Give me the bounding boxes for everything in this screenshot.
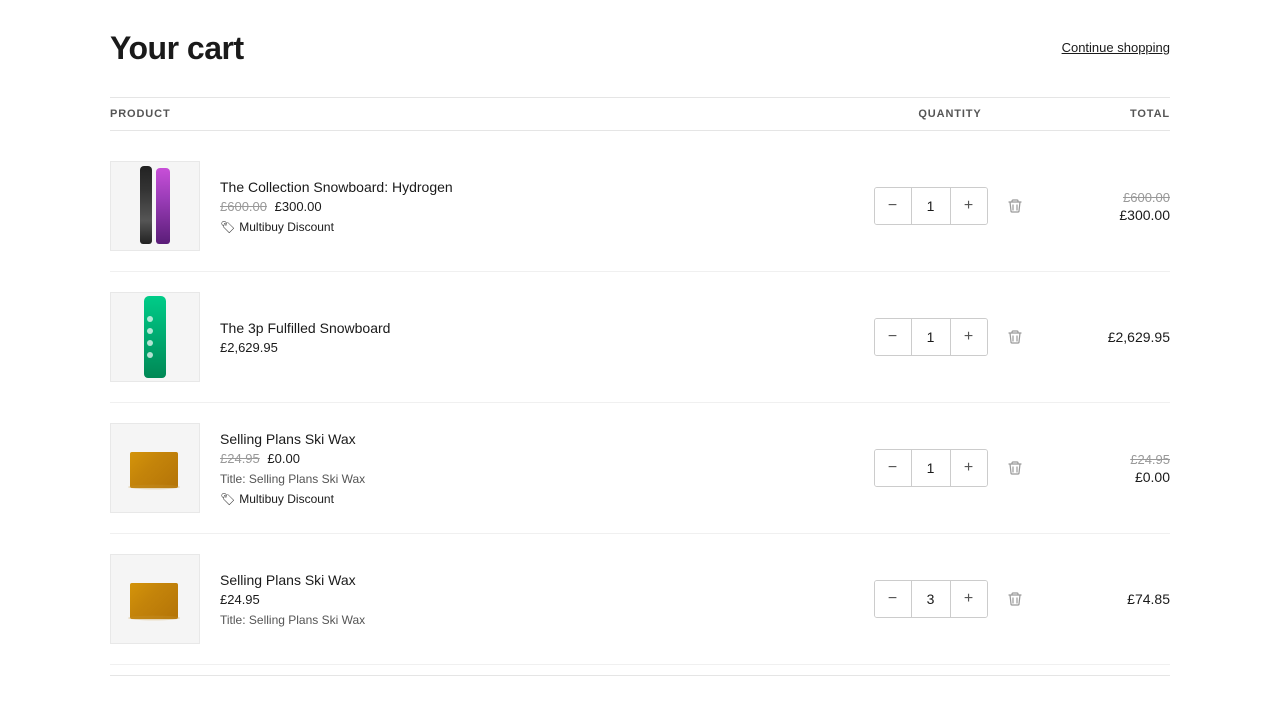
product-price: £600.00 £300.00 xyxy=(220,199,453,214)
column-product-label: PRODUCT xyxy=(110,108,850,120)
quantity-cell: − 1 + xyxy=(850,318,1050,356)
price-original: £600.00 xyxy=(220,199,267,214)
price-original: £24.95 xyxy=(220,451,260,466)
column-total-label: TOTAL xyxy=(1050,108,1170,120)
product-price: £24.95 £0.00 xyxy=(220,451,365,466)
cart-table-header: PRODUCT QUANTITY TOTAL xyxy=(110,97,1170,131)
cart-item: The 3p Fulfilled Snowboard £2,629.95 − 1… xyxy=(110,272,1170,403)
quantity-decrease-button[interactable]: − xyxy=(875,581,911,617)
product-info: Selling Plans Ski Wax £24.95 Title: Sell… xyxy=(220,572,365,627)
price-sale: £300.00 xyxy=(275,199,322,214)
product-info: The Collection Snowboard: Hydrogen £600.… xyxy=(220,179,453,234)
product-title-attr: Title: Selling Plans Ski Wax xyxy=(220,613,365,627)
total-price: £2,629.95 xyxy=(1108,329,1170,345)
price-sale: £2,629.95 xyxy=(220,340,278,355)
quantity-value: 3 xyxy=(911,581,951,617)
total-price: £300.00 xyxy=(1119,207,1170,223)
product-title-attr: Title: Selling Plans Ski Wax xyxy=(220,472,365,486)
quantity-increase-button[interactable]: + xyxy=(951,581,987,617)
quantity-decrease-button[interactable]: − xyxy=(875,450,911,486)
quantity-control: − 1 + xyxy=(874,318,988,356)
quantity-cell: − 1 + xyxy=(850,449,1050,487)
product-image-wax-2 xyxy=(110,554,200,644)
product-name: Selling Plans Ski Wax xyxy=(220,431,365,447)
delete-item-button[interactable] xyxy=(1003,194,1027,218)
quantity-increase-button[interactable]: + xyxy=(951,319,987,355)
column-quantity-label: QUANTITY xyxy=(850,108,1050,120)
total-original: £600.00 xyxy=(1123,190,1170,205)
quantity-increase-button[interactable]: + xyxy=(951,450,987,486)
quantity-increase-button[interactable]: + xyxy=(951,188,987,224)
product-cell: The Collection Snowboard: Hydrogen £600.… xyxy=(110,161,850,251)
quantity-decrease-button[interactable]: − xyxy=(875,319,911,355)
price-sale: £24.95 xyxy=(220,592,260,607)
continue-shopping-link[interactable]: Continue shopping xyxy=(1062,30,1170,55)
product-cell: The 3p Fulfilled Snowboard £2,629.95 xyxy=(110,292,850,382)
delete-item-button[interactable] xyxy=(1003,325,1027,349)
product-info: Selling Plans Ski Wax £24.95 £0.00 Title… xyxy=(220,431,365,506)
cart-item: The Collection Snowboard: Hydrogen £600.… xyxy=(110,141,1170,272)
quantity-cell: − 3 + xyxy=(850,580,1050,618)
product-image-wax-1 xyxy=(110,423,200,513)
quantity-value: 1 xyxy=(911,319,951,355)
product-cell: Selling Plans Ski Wax £24.95 £0.00 Title… xyxy=(110,423,850,513)
total-price: £0.00 xyxy=(1135,469,1170,485)
total-cell: £600.00 £300.00 xyxy=(1050,190,1170,223)
product-image-3p xyxy=(110,292,200,382)
delete-item-button[interactable] xyxy=(1003,587,1027,611)
price-sale: £0.00 xyxy=(267,451,300,466)
quantity-value: 1 xyxy=(911,188,951,224)
total-original: £24.95 xyxy=(1130,452,1170,467)
quantity-value: 1 xyxy=(911,450,951,486)
discount-label: Multibuy Discount xyxy=(239,220,334,234)
cart-item: Selling Plans Ski Wax £24.95 £0.00 Title… xyxy=(110,403,1170,534)
quantity-cell: − 1 + xyxy=(850,187,1050,225)
product-cell: Selling Plans Ski Wax £24.95 Title: Sell… xyxy=(110,554,850,644)
bottom-divider xyxy=(110,675,1170,676)
product-info: The 3p Fulfilled Snowboard £2,629.95 xyxy=(220,320,390,355)
page-container: Your cart Continue shopping PRODUCT QUAN… xyxy=(90,0,1190,706)
page-title: Your cart xyxy=(110,30,244,67)
product-price: £24.95 xyxy=(220,592,365,607)
tag-icon: 🏷 xyxy=(220,220,235,234)
tag-icon: 🏷 xyxy=(220,492,235,506)
quantity-control: − 1 + xyxy=(874,187,988,225)
discount-label: Multibuy Discount xyxy=(239,492,334,506)
product-price: £2,629.95 xyxy=(220,340,390,355)
product-name: The 3p Fulfilled Snowboard xyxy=(220,320,390,336)
product-name: Selling Plans Ski Wax xyxy=(220,572,365,588)
total-cell: £2,629.95 xyxy=(1050,329,1170,345)
delete-item-button[interactable] xyxy=(1003,456,1027,480)
product-image-hydrogen xyxy=(110,161,200,251)
discount-badge: 🏷 Multibuy Discount xyxy=(220,492,365,506)
quantity-control: − 1 + xyxy=(874,449,988,487)
discount-badge: 🏷 Multibuy Discount xyxy=(220,220,453,234)
total-price: £74.85 xyxy=(1127,591,1170,607)
page-header: Your cart Continue shopping xyxy=(110,30,1170,67)
quantity-decrease-button[interactable]: − xyxy=(875,188,911,224)
product-name: The Collection Snowboard: Hydrogen xyxy=(220,179,453,195)
cart-item: Selling Plans Ski Wax £24.95 Title: Sell… xyxy=(110,534,1170,665)
quantity-control: − 3 + xyxy=(874,580,988,618)
total-cell: £74.85 xyxy=(1050,591,1170,607)
total-cell: £24.95 £0.00 xyxy=(1050,452,1170,485)
